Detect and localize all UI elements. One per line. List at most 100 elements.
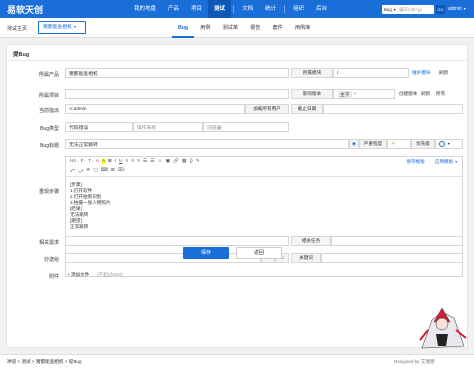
footer-crumb[interactable]: 猪都能查相机: [36, 359, 64, 364]
tab-suite[interactable]: 套件: [266, 18, 288, 38]
bug-title-input[interactable]: 无法正常跳转: [65, 139, 349, 149]
assign-select[interactable]: A:admin: [65, 104, 245, 114]
crumb-test-home[interactable]: 测试主页: [7, 25, 27, 32]
tab-report[interactable]: 报告: [244, 18, 266, 38]
refresh-module-link[interactable]: 刷新: [439, 68, 448, 78]
sub-tabs: Bug 用例 测试单 报告 套件 用例库: [172, 18, 316, 38]
nav-report[interactable]: 统计: [259, 0, 282, 18]
editor-content[interactable]: [步骤] 1.打开软件 2.打开拍照识别 3.拍摄一张人物照片 [结果] 无法跳…: [66, 177, 462, 235]
font-color-tool[interactable]: A: [96, 159, 99, 164]
align-center-tool[interactable]: ≡: [131, 159, 134, 164]
create-version-link[interactable]: 创建版本: [399, 89, 417, 99]
nav-my[interactable]: 我的地盘: [128, 0, 162, 18]
product-switcher[interactable]: 猪都能查相机 ▼: [38, 21, 86, 34]
italic-tool[interactable]: I: [115, 159, 116, 164]
priority-select[interactable]: ▼: [435, 139, 463, 149]
emoticon-tool[interactable]: ☺: [158, 159, 163, 164]
apply-template-label: 应用模板: [434, 159, 454, 164]
nav-doc[interactable]: 文档: [236, 0, 259, 18]
refresh-version-link[interactable]: 刷新: [421, 89, 430, 99]
ordered-list-tool[interactable]: ☰: [143, 159, 147, 164]
align-left-tool[interactable]: ≡: [125, 159, 128, 164]
fullscreen-tool[interactable]: ▢: [93, 168, 98, 174]
version-tag: 主干: [338, 90, 352, 98]
image-tool[interactable]: ▣: [165, 159, 170, 164]
bug-title-label: Bug标题: [40, 143, 59, 149]
severity-select[interactable]: ☀: [387, 139, 411, 149]
bold-tool[interactable]: B: [108, 159, 111, 164]
nav-test[interactable]: 测试: [208, 0, 232, 18]
nav-product[interactable]: 产品: [162, 0, 185, 18]
module-label: 所属模块: [291, 68, 333, 78]
severity-label: 严重程度: [359, 139, 387, 149]
undo-tool[interactable]: ⤺: [70, 168, 75, 174]
source-tool[interactable]: ⌨: [101, 168, 108, 174]
product-select[interactable]: 猪都能查相机: [65, 68, 289, 78]
module-select[interactable]: /: [333, 68, 409, 78]
brand-logo[interactable]: 易软天创: [7, 3, 43, 16]
product-label: 所属产品: [38, 72, 59, 78]
severity-ring-icon: ☀: [391, 141, 396, 147]
version-select[interactable]: 主干 ×: [333, 89, 395, 99]
code-tool[interactable]: {}: [190, 159, 193, 164]
font-size-tool[interactable]: T·: [88, 159, 93, 164]
font-family-tool[interactable]: F·: [81, 159, 86, 164]
bug-title-value: 无法正常跳转: [69, 142, 98, 148]
tab-case[interactable]: 用例: [194, 18, 216, 38]
bug-type-select[interactable]: 代码错误: [65, 122, 133, 132]
remove-format-tool[interactable]: ⊘: [86, 168, 90, 174]
panel-title: 提Bug: [7, 45, 467, 61]
bullet-list-tool[interactable]: ☰: [150, 159, 154, 164]
user-menu[interactable]: admin ▼: [448, 5, 466, 14]
nav-company[interactable]: 组织: [287, 0, 310, 18]
color-picker-button[interactable]: ◉: [349, 139, 359, 149]
keywords-input[interactable]: [321, 253, 463, 263]
align-right-tool[interactable]: ≡: [137, 159, 140, 164]
clean-format-tool[interactable]: ✎: [196, 159, 200, 164]
caret-down-icon: ▼: [454, 160, 458, 164]
insert-tool[interactable]: ⊞: [111, 168, 115, 174]
nav-project[interactable]: 项目: [185, 0, 208, 18]
highlight-tool[interactable]: A: [102, 159, 106, 164]
search-go-button[interactable]: GO: [436, 5, 445, 14]
search-input[interactable]: Bug ▼ 编号(ctrl+g): [382, 5, 434, 14]
all-versions-checkbox[interactable]: 所有: [436, 89, 445, 99]
save-button[interactable]: 保存: [183, 247, 229, 259]
create-bug-panel: 提Bug 所属产品 猪都能查相机 所属模块 / 维护模块 刷新 所属项目 影响版…: [6, 44, 468, 348]
browser-select[interactable]: 浏览器: [203, 122, 289, 132]
template-actions: 保存模板 应用模板 ▼: [406, 159, 458, 165]
paint-drop-icon: ◉: [351, 141, 356, 146]
tab-bug[interactable]: Bug: [172, 18, 195, 38]
table-tool[interactable]: ▦: [182, 159, 187, 164]
apply-template-link[interactable]: 应用模板 ▼: [435, 159, 458, 165]
project-select[interactable]: [65, 89, 289, 99]
redo-tool[interactable]: ⤻: [78, 168, 83, 174]
caret-down-icon: ▼: [392, 7, 397, 12]
os-select[interactable]: 操作系统: [133, 122, 203, 132]
story-select[interactable]: [65, 236, 289, 246]
remove-icon[interactable]: ×: [354, 92, 357, 97]
underline-tool[interactable]: U: [119, 159, 122, 164]
load-all-users-button[interactable]: 加载所有用户: [245, 104, 289, 114]
link-tool[interactable]: 🔗: [173, 159, 179, 164]
search-scope-select[interactable]: Bug: [384, 7, 392, 12]
maintain-module-link[interactable]: 维护模块: [412, 68, 430, 78]
footer-crumb[interactable]: 禅道: [7, 359, 16, 364]
heading-tool[interactable]: H1·: [70, 159, 78, 164]
delete-tool[interactable]: ⌦: [118, 168, 125, 174]
nav-admin[interactable]: 后台: [310, 0, 333, 18]
add-file-button[interactable]: + 添加文件: [67, 270, 89, 280]
tab-caselib[interactable]: 用例库: [289, 18, 317, 38]
tab-testtask[interactable]: 测试单: [216, 18, 244, 38]
save-template-link[interactable]: 保存模板: [406, 159, 424, 165]
mascot-illustration: [419, 307, 467, 349]
cc-select[interactable]: [65, 253, 261, 263]
main-menu: 我的地盘 产品 项目 测试 文档 统计 组织 后台: [128, 0, 333, 18]
deadline-input[interactable]: [323, 104, 463, 114]
story-label: 相关需求: [38, 240, 59, 246]
back-button[interactable]: 返回: [236, 247, 282, 259]
footer-crumb[interactable]: 测试: [21, 359, 30, 364]
nav-divider: [233, 5, 235, 13]
task-select[interactable]: [331, 236, 463, 246]
add-file-label: 添加文件: [70, 272, 90, 277]
